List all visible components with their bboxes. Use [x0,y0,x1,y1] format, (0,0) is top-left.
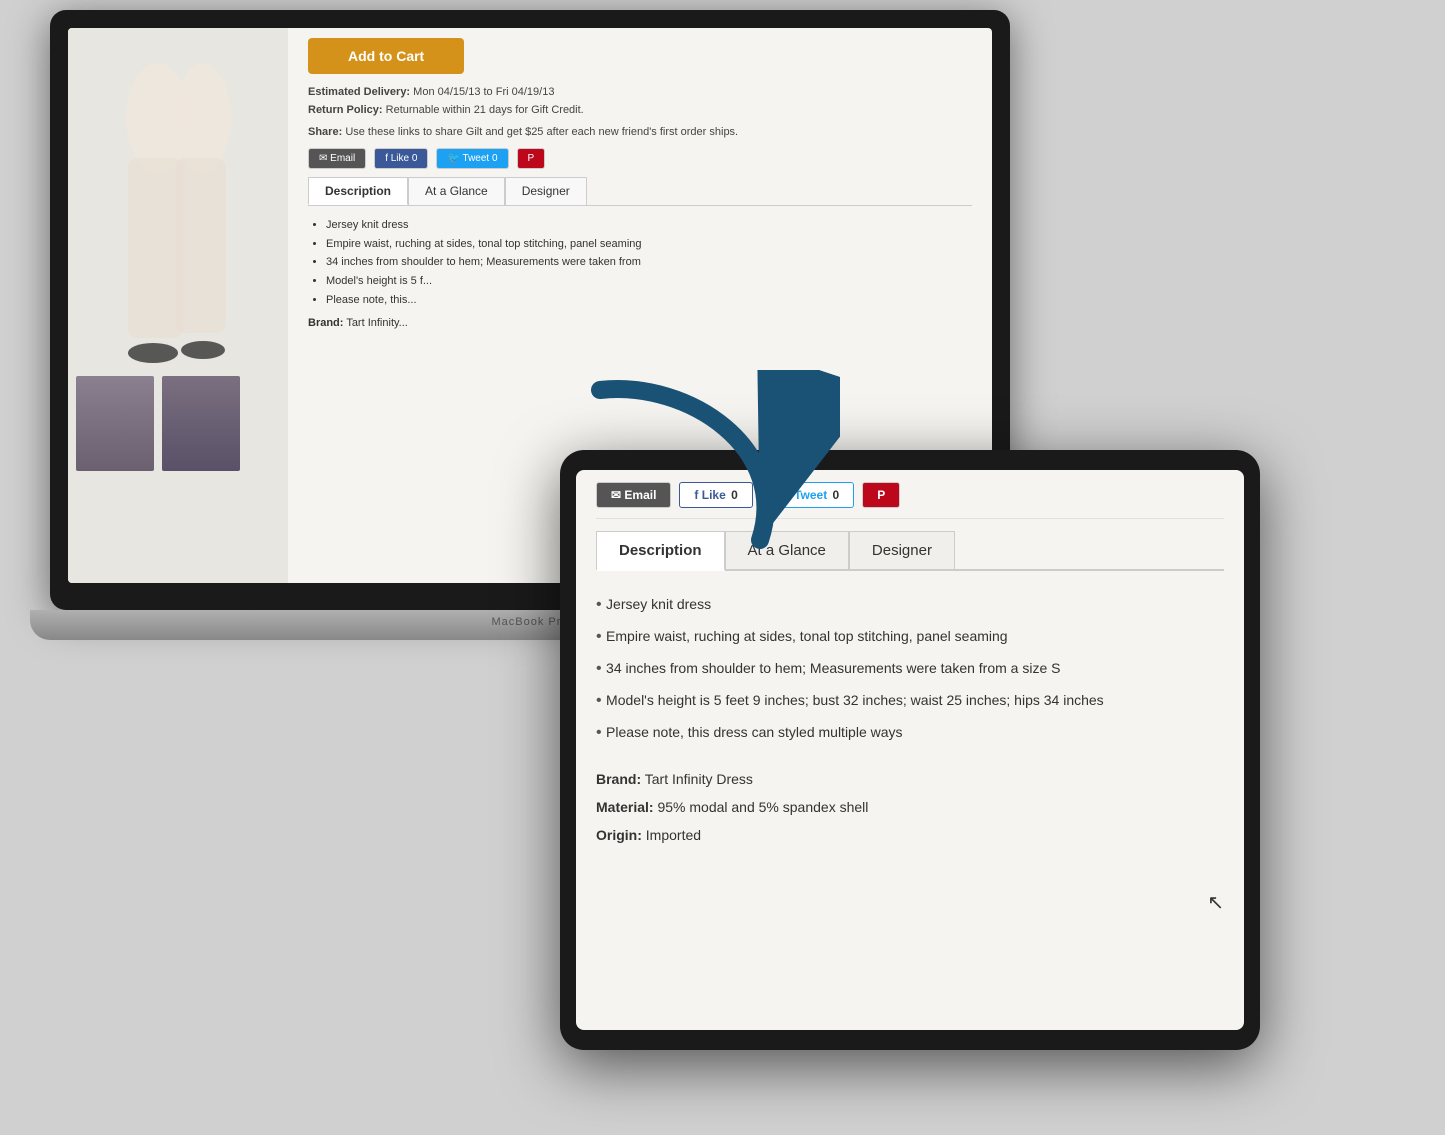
laptop-thumbnails [68,368,288,479]
tab-description[interactable]: Description [308,177,408,205]
material-label: Material: [596,799,654,815]
legs-silhouette-icon [88,58,268,368]
share-description: Use these links to share Gilt and get $2… [345,126,738,138]
laptop-social-buttons: ✉ Email f Like 0 🐦 Tweet 0 [308,148,972,169]
brand-label: Brand: [596,771,641,787]
tablet-bezel: ✉ Email f Like 0 🐦 Tweet 0 P [560,450,1260,1050]
delivery-label: Estimated Delivery: [308,86,410,98]
email-label: Email [624,488,656,502]
brand-value: Tart Infinity Dress [645,771,753,787]
laptop-thumb-2[interactable] [162,376,240,471]
material-value: 95% modal and 5% spandex shell [657,799,868,815]
list-item: Empire waist, ruching at sides, tonal to… [596,621,1224,653]
tweet-label: Tweet [794,488,827,502]
laptop-tabs: Description At a Glance Designer [308,177,972,206]
tablet-tab-description[interactable]: Description [596,531,725,571]
tablet-email-button[interactable]: ✉ Email [596,482,671,508]
laptop-thumb-1[interactable] [76,376,154,471]
like-count: 0 [412,153,418,164]
origin-value: Imported [646,827,701,843]
tablet-brand-section: Brand: Tart Infinity Dress Material: 95%… [596,765,1224,849]
laptop-return-policy: Return Policy: Returnable within 21 days… [308,104,972,116]
envelope-icon: ✉ [611,488,624,502]
list-item: Model's height is 5 f... [326,272,972,291]
list-item: Jersey knit dress [596,589,1224,621]
brand-label: Brand: [308,317,343,329]
delivery-value: Mon 04/15/13 to Fri 04/19/13 [413,86,554,98]
tablet-twitter-button[interactable]: 🐦 Tweet 0 [761,482,854,508]
tablet-content: ✉ Email f Like 0 🐦 Tweet 0 P [576,470,1244,849]
list-item: 34 inches from shoulder to hem; Measurem… [596,653,1224,685]
email-label: Email [330,153,355,164]
laptop-left-panel [68,28,288,583]
share-label: Share: [308,126,342,138]
like-label: Like [391,153,409,164]
tablet-brand-row: Brand: Tart Infinity Dress [596,765,1224,793]
origin-label: Origin: [596,827,642,843]
list-item: Empire waist, ruching at sides, tonal to… [326,235,972,254]
laptop-brand-info: Brand: Tart Infinity... [308,317,972,329]
twitter-icon: 🐦 [776,488,794,502]
tablet: ✉ Email f Like 0 🐦 Tweet 0 P [560,450,1260,1070]
facebook-like-button[interactable]: f Like 0 [374,148,428,169]
list-item: Please note, this dress can styled multi… [596,717,1224,749]
tablet-pinterest-button[interactable]: P [862,482,900,508]
list-item: Jersey knit dress [326,216,972,235]
tweet-count: 0 [833,488,840,502]
tablet-material-row: Material: 95% modal and 5% spandex shell [596,793,1224,821]
tablet-tabs: Description At a Glance Designer [596,531,1224,571]
tablet-screen: ✉ Email f Like 0 🐦 Tweet 0 P [576,470,1244,1030]
laptop-share-section: Share: Use these links to share Gilt and… [308,126,972,138]
tweet-count: 0 [492,153,498,164]
like-label: Like [702,488,726,502]
laptop-product-image-main [68,28,288,368]
tablet-social-row: ✉ Email f Like 0 🐦 Tweet 0 P [596,470,1224,519]
like-count: 0 [731,488,738,502]
cursor-icon: ↖ [1207,890,1224,915]
twitter-icon: 🐦 [447,153,462,164]
brand-value: Tart Infinity... [346,317,408,329]
tablet-description-list: Jersey knit dress Empire waist, ruching … [596,589,1224,749]
return-value: Returnable within 21 days for Gift Credi… [386,104,584,116]
tab-designer[interactable]: Designer [505,177,587,205]
pinterest-button[interactable]: P [517,148,546,169]
list-item: Please note, this... [326,291,972,310]
add-to-cart-button[interactable]: Add to Cart [308,38,464,74]
facebook-icon: f [694,488,701,502]
email-share-button[interactable]: ✉ Email [308,148,366,169]
tablet-origin-row: Origin: Imported [596,821,1224,849]
tab-at-a-glance[interactable]: At a Glance [408,177,505,205]
tablet-tab-designer[interactable]: Designer [849,531,955,569]
list-item: Model's height is 5 feet 9 inches; bust … [596,685,1224,717]
laptop-delivery-info: Estimated Delivery: Mon 04/15/13 to Fri … [308,86,972,98]
tablet-facebook-button[interactable]: f Like 0 [679,482,752,508]
tablet-tab-at-a-glance[interactable]: At a Glance [725,531,849,569]
return-label: Return Policy: [308,104,383,116]
twitter-tweet-button[interactable]: 🐦 Tweet 0 [436,148,508,169]
tweet-label: Tweet [463,153,490,164]
envelope-icon: ✉ [319,153,327,164]
list-item: 34 inches from shoulder to hem; Measurem… [326,253,972,272]
laptop-description-list: Jersey knit dress Empire waist, ruching … [308,216,972,309]
